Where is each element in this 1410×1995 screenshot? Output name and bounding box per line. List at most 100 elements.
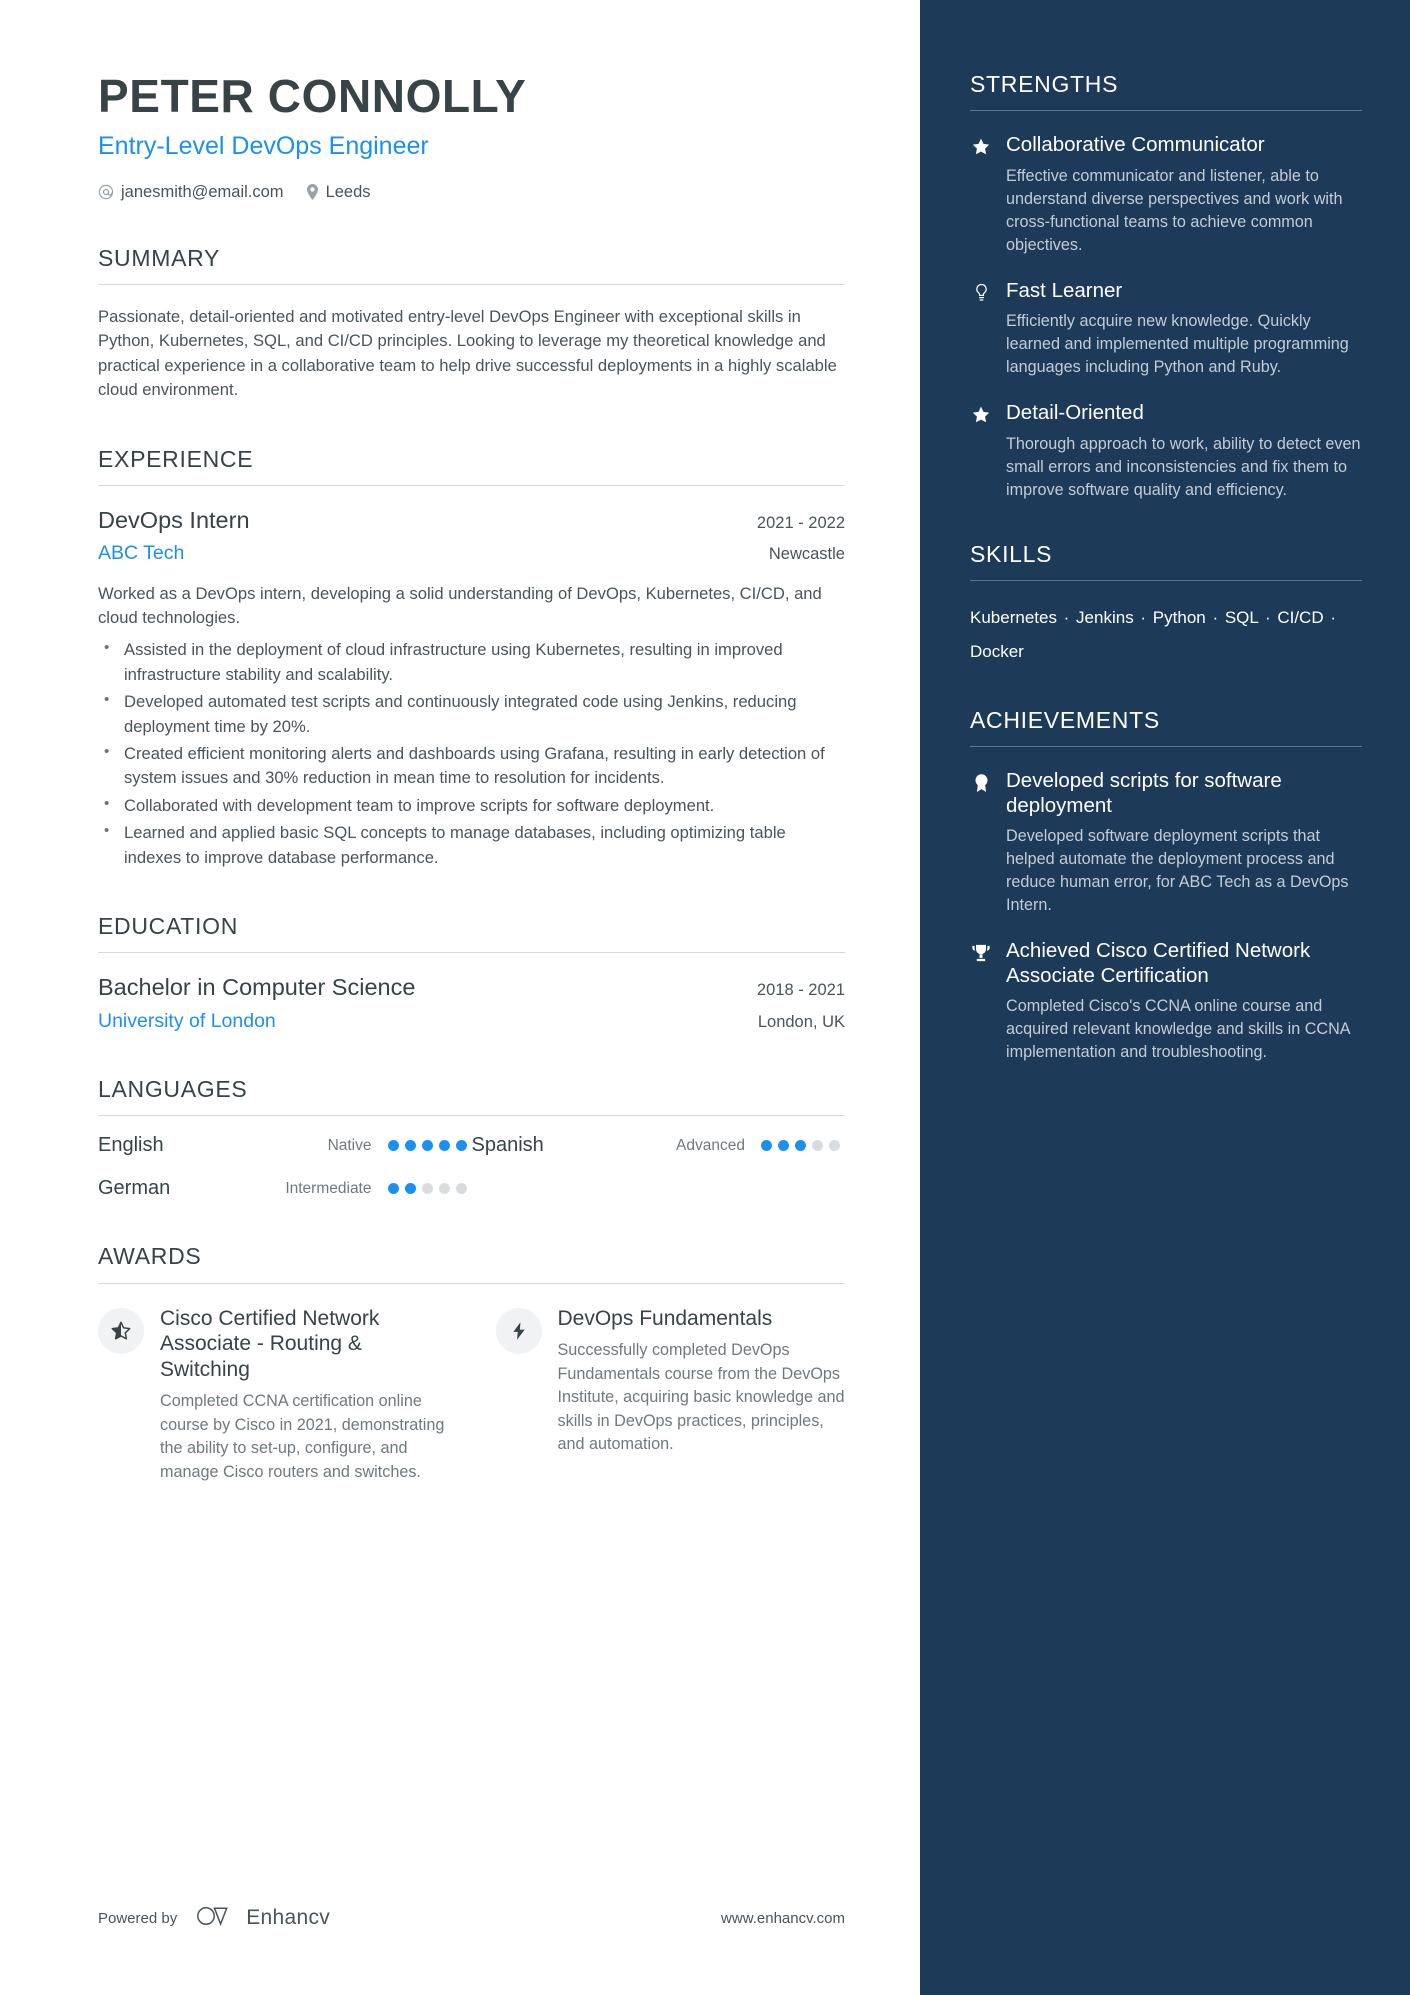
strength-body: Collaborative Communicator Effective com…: [1006, 133, 1362, 257]
language-level: Native: [327, 1136, 372, 1154]
strength-title: Detail-Oriented: [1006, 401, 1144, 425]
section-achievements: ACHIEVEMENTS Developed scripts for softw…: [970, 706, 1362, 1065]
rating-dot: [387, 1140, 399, 1152]
language-level: Advanced: [676, 1136, 745, 1154]
contact-email-text: janesmith@email.com: [121, 182, 284, 201]
section-strengths: STRENGTHS Collaborative Communicator Eff…: [970, 71, 1362, 502]
rating-dot: [421, 1140, 433, 1152]
enhancv-logo-icon: [195, 1903, 235, 1933]
rating-dot: [761, 1140, 772, 1152]
divider: [970, 110, 1362, 112]
divider: [98, 284, 845, 286]
divider: [970, 745, 1362, 747]
section-heading-awards: AWARDS: [98, 1243, 202, 1270]
strength-body: Fast Learner Efficiently acquire new kno…: [1006, 279, 1362, 380]
education-organization[interactable]: University of London: [98, 1010, 276, 1033]
rating-dot: [404, 1140, 416, 1152]
strength-item: Fast Learner Efficiently acquire new kno…: [970, 279, 1362, 380]
language-item-english: English Native: [98, 1134, 472, 1157]
award-title: Cisco Certified Network Associate - Rout…: [160, 1306, 380, 1381]
achievement-body: Achieved Cisco Certified Network Associa…: [1006, 939, 1362, 1064]
experience-entry-head: DevOps Intern 2021 - 2022: [98, 506, 845, 535]
language-level: Intermediate: [285, 1179, 372, 1197]
location-pin-icon: [306, 184, 319, 201]
lightbulb-icon: [970, 279, 992, 380]
divider: [98, 484, 845, 486]
achievement-description: Developed software deployment scripts th…: [1006, 827, 1349, 915]
brand-name: Enhancv: [246, 1906, 331, 1929]
strength-description: Effective communicator and listener, abl…: [1006, 166, 1343, 254]
resume-page: PETER CONNOLLY Entry-Level DevOps Engine…: [0, 0, 1410, 1995]
rating-dot: [778, 1140, 789, 1152]
strength-title: Fast Learner: [1006, 278, 1123, 302]
language-rating-dots: [387, 1183, 472, 1195]
list-item: Learned and applied basic SQL concepts t…: [98, 820, 845, 870]
achievement-title: Developed scripts for software deploymen…: [1006, 768, 1282, 817]
rating-dot: [438, 1183, 450, 1195]
contact-row: janesmith@email.com Leeds: [98, 183, 845, 202]
education-degree: Bachelor in Computer Science: [98, 974, 416, 1001]
education-location: London, UK: [757, 1012, 845, 1031]
education-entry-sub: University of London London, UK: [98, 1010, 845, 1033]
divider: [98, 1115, 845, 1117]
lightning-bolt-icon: [495, 1307, 542, 1354]
strength-title: Collaborative Communicator: [1006, 133, 1265, 157]
job-title: Entry-Level DevOps Engineer: [98, 131, 429, 160]
section-heading-education: EDUCATION: [98, 912, 239, 939]
rating-dot: [455, 1183, 467, 1195]
section-heading-summary: SUMMARY: [98, 244, 221, 271]
rating-dot: [404, 1183, 416, 1195]
section-heading-achievements: ACHIEVEMENTS: [970, 706, 1160, 733]
award-description: Completed CCNA certification online cour…: [160, 1392, 445, 1481]
education-entry: Bachelor in Computer Science 2018 - 2021…: [98, 973, 845, 1033]
experience-location: Newcastle: [768, 545, 845, 564]
page-title: PETER CONNOLLY: [98, 70, 527, 122]
achievement-description: Completed Cisco's CCNA online course and…: [1006, 997, 1350, 1062]
list-item: Collaborated with development team to im…: [98, 793, 845, 818]
section-summary: SUMMARY Passionate, detail-oriented and …: [98, 244, 845, 403]
list-item: Created efficient monitoring alerts and …: [98, 741, 845, 791]
language-rating-dots: [761, 1140, 845, 1152]
achievement-title: Achieved Cisco Certified Network Associa…: [1006, 939, 1311, 987]
section-heading-experience: EXPERIENCE: [98, 445, 254, 472]
rating-dot: [455, 1140, 467, 1152]
rating-dot: [421, 1183, 433, 1195]
achievement-body: Developed scripts for software deploymen…: [1006, 769, 1362, 917]
star-icon: [970, 133, 992, 257]
at-sign-icon: [98, 184, 114, 200]
rating-dot: [812, 1140, 823, 1152]
strength-description: Efficiently acquire new knowledge. Quick…: [1006, 312, 1349, 377]
award-body: Cisco Certified Network Associate - Rout…: [160, 1306, 448, 1485]
experience-organization[interactable]: ABC Tech: [98, 542, 184, 565]
list-item: Assisted in the deployment of cloud infr…: [98, 637, 845, 687]
trophy-icon: [970, 939, 992, 1064]
contact-email[interactable]: janesmith@email.com: [98, 183, 284, 202]
language-rating-dots: [387, 1140, 472, 1152]
main-column: PETER CONNOLLY Entry-Level DevOps Engine…: [0, 0, 920, 1995]
rating-dot: [438, 1140, 450, 1152]
strength-item: Collaborative Communicator Effective com…: [970, 133, 1362, 257]
language-item-german: German Intermediate: [98, 1177, 472, 1200]
experience-dates: 2021 - 2022: [756, 513, 845, 532]
language-item-spanish: Spanish Advanced: [472, 1134, 846, 1157]
divider: [98, 952, 845, 954]
section-heading-languages: LANGUAGES: [98, 1076, 248, 1103]
awards-grid: Cisco Certified Network Associate - Rout…: [98, 1306, 845, 1485]
experience-entry-sub: ABC Tech Newcastle: [98, 542, 845, 565]
achievement-item: Achieved Cisco Certified Network Associa…: [970, 939, 1362, 1064]
award-body: DevOps Fundamentals Successfully complet…: [558, 1306, 846, 1485]
list-item: Developed automated test scripts and con…: [98, 689, 845, 739]
section-experience: EXPERIENCE DevOps Intern 2021 - 2022 ABC…: [98, 445, 845, 870]
footer-website[interactable]: www.enhancv.com: [721, 1910, 845, 1927]
star-outline-icon: [98, 1307, 144, 1354]
award-item: Cisco Certified Network Associate - Rout…: [98, 1306, 448, 1485]
rating-dot: [829, 1140, 840, 1152]
award-title: DevOps Fundamentals: [557, 1306, 773, 1330]
sidebar: STRENGTHS Collaborative Communicator Eff…: [920, 0, 1410, 1995]
rating-dot: [387, 1183, 399, 1195]
experience-bullet-list: Assisted in the deployment of cloud infr…: [98, 637, 845, 870]
award-item: DevOps Fundamentals Successfully complet…: [495, 1306, 846, 1485]
contact-location-text: Leeds: [325, 182, 371, 201]
experience-entry: DevOps Intern 2021 - 2022 ABC Tech Newca…: [98, 506, 845, 870]
section-heading-skills: SKILLS: [970, 541, 1053, 568]
